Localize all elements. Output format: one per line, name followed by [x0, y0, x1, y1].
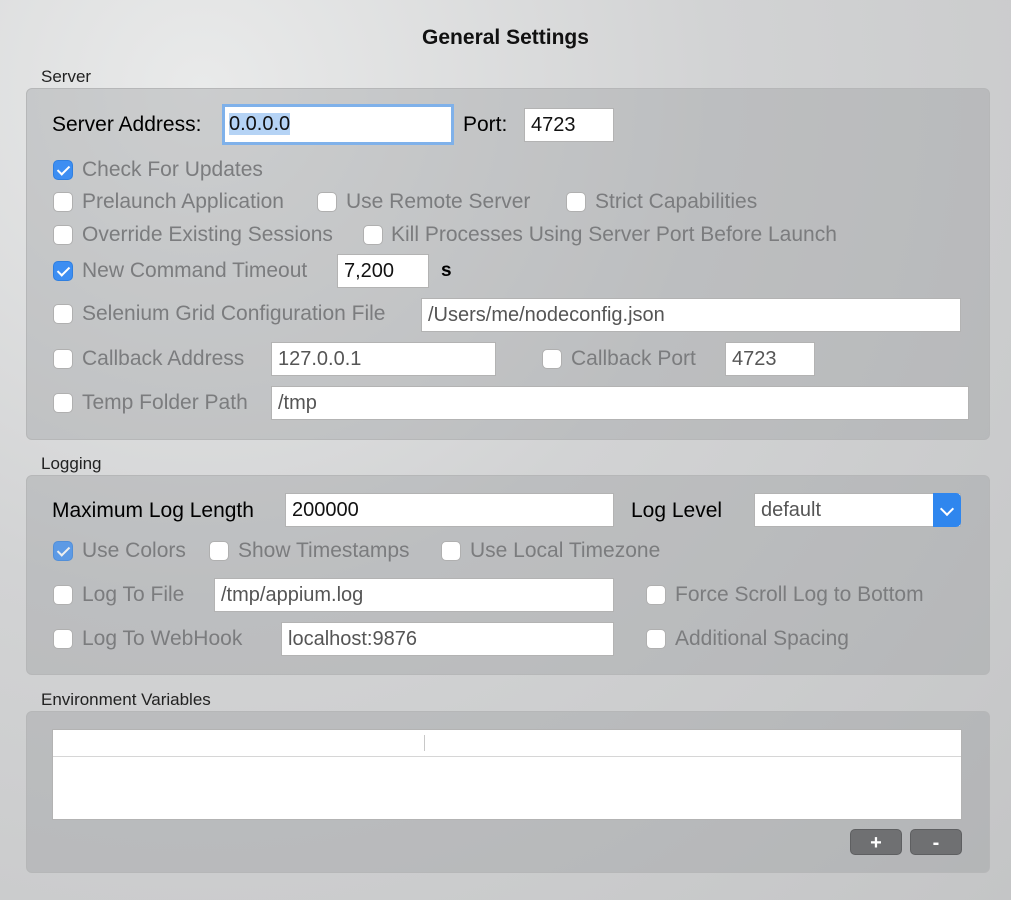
temp-folder-input[interactable] [271, 386, 969, 420]
logging-section-label: Logging [41, 454, 102, 473]
callback-port-input[interactable] [725, 342, 815, 376]
prelaunch-checkbox[interactable] [53, 192, 73, 212]
server-section-label: Server [41, 67, 92, 86]
server-address-input[interactable]: 0.0.0.0 [222, 104, 454, 145]
window-title: General Settings [422, 26, 589, 49]
log-to-file-label: Log To File [82, 583, 185, 606]
new-command-timeout-label: New Command Timeout [82, 259, 308, 282]
strict-capabilities-checkbox[interactable] [566, 192, 586, 212]
port-input[interactable] [524, 108, 614, 142]
port-label: Port: [463, 113, 508, 136]
temp-folder-checkbox[interactable] [53, 393, 73, 413]
log-level-select[interactable]: default [754, 493, 961, 527]
callback-address-label: Callback Address [82, 347, 245, 370]
max-log-length-label: Maximum Log Length [52, 499, 254, 522]
show-timestamps-label: Show Timestamps [238, 539, 410, 562]
chevron-down-icon[interactable] [933, 493, 961, 527]
env-section-label: Environment Variables [41, 690, 211, 709]
callback-port-checkbox[interactable] [542, 349, 562, 369]
prelaunch-label: Prelaunch Application [82, 190, 284, 213]
callback-port-label: Callback Port [571, 347, 696, 370]
force-scroll-label: Force Scroll Log to Bottom [675, 583, 924, 606]
log-level-value: default [761, 499, 822, 521]
local-timezone-label: Use Local Timezone [470, 539, 661, 562]
check-updates-checkbox[interactable] [53, 160, 73, 180]
env-variables-table[interactable] [52, 729, 962, 820]
log-to-webhook-input[interactable] [281, 622, 614, 656]
new-command-timeout-checkbox[interactable] [53, 261, 73, 281]
server-address-label: Server Address: [52, 113, 202, 136]
show-timestamps-checkbox[interactable] [209, 541, 229, 561]
local-timezone-checkbox[interactable] [441, 541, 461, 561]
use-colors-checkbox[interactable] [53, 541, 73, 561]
use-colors-label: Use Colors [82, 539, 186, 562]
log-level-label: Log Level [631, 499, 723, 522]
additional-spacing-label: Additional Spacing [675, 627, 849, 650]
remote-server-label: Use Remote Server [346, 190, 531, 213]
override-sessions-checkbox[interactable] [53, 225, 73, 245]
force-scroll-checkbox[interactable] [646, 585, 666, 605]
remove-variable-button[interactable]: - [910, 829, 962, 855]
strict-capabilities-label: Strict Capabilities [595, 190, 758, 213]
selenium-grid-checkbox[interactable] [53, 304, 73, 324]
add-variable-button[interactable]: + [850, 829, 902, 855]
callback-address-input[interactable] [271, 342, 496, 376]
check-updates-label: Check For Updates [82, 158, 263, 181]
selenium-grid-label: Selenium Grid Configuration File [82, 302, 386, 325]
log-to-file-checkbox[interactable] [53, 585, 73, 605]
kill-processes-label: Kill Processes Using Server Port Before … [391, 223, 837, 246]
override-sessions-label: Override Existing Sessions [82, 223, 333, 246]
column-divider[interactable] [424, 735, 425, 751]
additional-spacing-checkbox[interactable] [646, 629, 666, 649]
log-to-file-input[interactable] [214, 578, 614, 612]
callback-address-checkbox[interactable] [53, 349, 73, 369]
log-to-webhook-checkbox[interactable] [53, 629, 73, 649]
max-log-length-input[interactable] [285, 493, 614, 527]
kill-processes-checkbox[interactable] [363, 225, 383, 245]
log-to-webhook-label: Log To WebHook [82, 627, 243, 650]
selenium-grid-input[interactable] [421, 298, 961, 332]
table-header [53, 730, 961, 757]
new-command-timeout-input[interactable] [337, 254, 429, 288]
temp-folder-label: Temp Folder Path [82, 391, 248, 414]
remote-server-checkbox[interactable] [317, 192, 337, 212]
timeout-unit-label: s [441, 260, 452, 281]
